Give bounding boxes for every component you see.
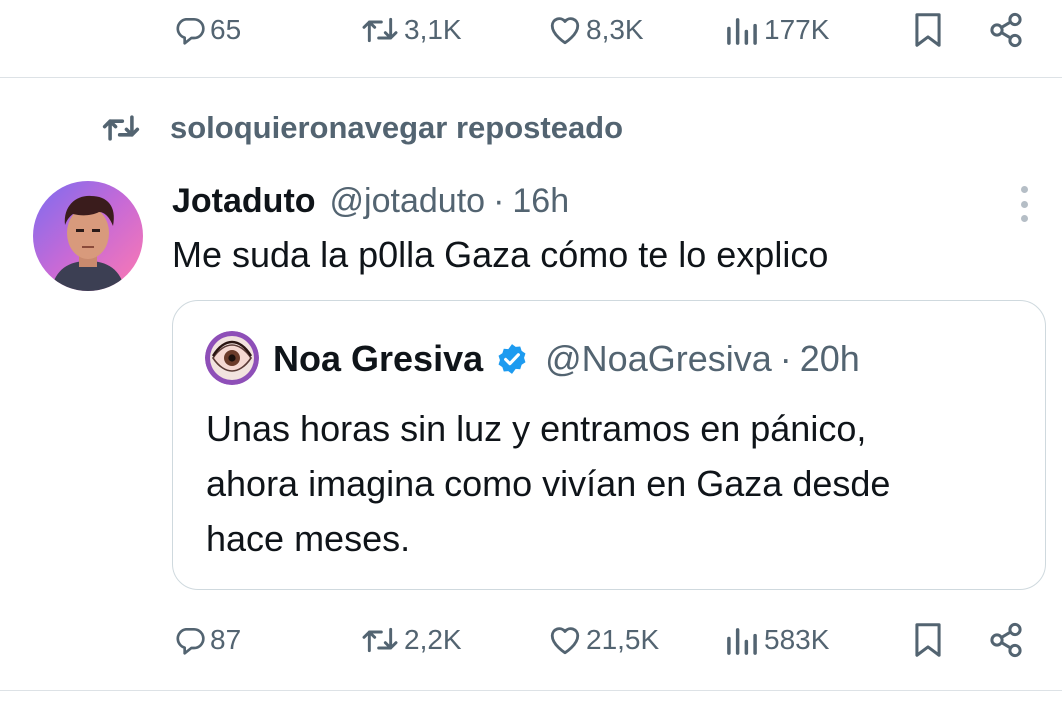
repost-icon [362,17,398,43]
reply-count: 87 [210,624,242,655]
previous-tweet-action-bar: 65 3,1K 8,3K 177K [0,0,1062,60]
repost-banner[interactable]: soloquieronavegar reposteado [100,106,623,150]
bookmark-icon [915,13,941,47]
bookmark-icon [915,623,941,657]
avatar-image [33,181,143,291]
views-button[interactable]: 177K [724,0,829,60]
repost-icon [362,627,398,653]
quoted-text-line: hace meses. [206,518,411,559]
author-name[interactable]: Jotaduto [172,182,316,221]
views-icon [727,628,757,655]
author-handle[interactable]: @jotaduto [330,182,486,221]
quoted-text-line: Unas horas sin luz y entramos en pánico, [206,408,867,449]
like-count: 21,5K [586,624,660,655]
share-icon [990,12,1022,48]
avatar[interactable] [33,181,143,291]
repost-icon [102,115,140,141]
quoted-avatar-image [205,331,259,385]
views-icon [727,18,757,45]
tweet-divider [0,690,1062,691]
more-options-button[interactable] [1012,186,1036,222]
quoted-author-handle[interactable]: @NoaGresiva [545,338,772,380]
bookmark-button[interactable] [912,0,944,60]
tweet-divider [0,77,1062,78]
more-dot-icon [1020,186,1028,193]
share-icon [990,622,1022,658]
separator-dot: · [779,338,792,379]
reply-button[interactable]: 87 [174,610,241,670]
separator-dot: · [493,181,505,220]
heart-icon [550,17,580,45]
like-button[interactable]: 21,5K [548,610,659,670]
quoted-tweet[interactable]: Noa Gresiva @NoaGresiva · 20h Unas horas… [172,300,1046,590]
quoted-timestamp[interactable]: 20h [800,338,860,380]
share-button[interactable] [986,610,1026,670]
bookmark-button[interactable] [912,610,944,670]
quoted-header: Noa Gresiva @NoaGresiva · 20h [273,335,860,383]
tweet-timestamp[interactable]: 16h [512,182,569,221]
repost-button[interactable]: 3,1K [360,0,462,60]
view-count: 177K [764,14,830,45]
quoted-avatar[interactable] [205,331,259,385]
reply-count: 65 [210,14,242,45]
like-count: 8,3K [586,14,644,45]
verified-badge-icon [495,342,529,376]
quoted-text-line: ahora imagina como vivían en Gaza desde [206,463,891,504]
quoted-text: Unas horas sin luz y entramos en pánico,… [206,401,1026,566]
reply-icon [176,18,205,45]
like-button[interactable]: 8,3K [548,0,644,60]
reply-button[interactable]: 65 [174,0,241,60]
tweet-header: Jotaduto @jotaduto · 16h [172,178,569,224]
repost-count: 3,1K [404,14,462,45]
heart-icon [550,627,580,655]
more-dot-icon [1020,200,1028,208]
repost-count: 2,2K [404,624,462,655]
tweet-action-bar: 87 2,2K 21,5K 583K [0,610,1062,670]
view-count: 583K [764,624,830,655]
repost-button[interactable]: 2,2K [360,610,462,670]
repost-banner-text: soloquieronavegar reposteado [170,110,624,145]
quoted-author-name[interactable]: Noa Gresiva [273,338,483,380]
tweet-text: Me suda la p0lla Gaza cómo te lo explico [172,234,829,275]
more-dot-icon [1020,215,1028,222]
views-button[interactable]: 583K [724,610,829,670]
share-button[interactable] [986,0,1026,60]
reply-icon [176,628,205,655]
